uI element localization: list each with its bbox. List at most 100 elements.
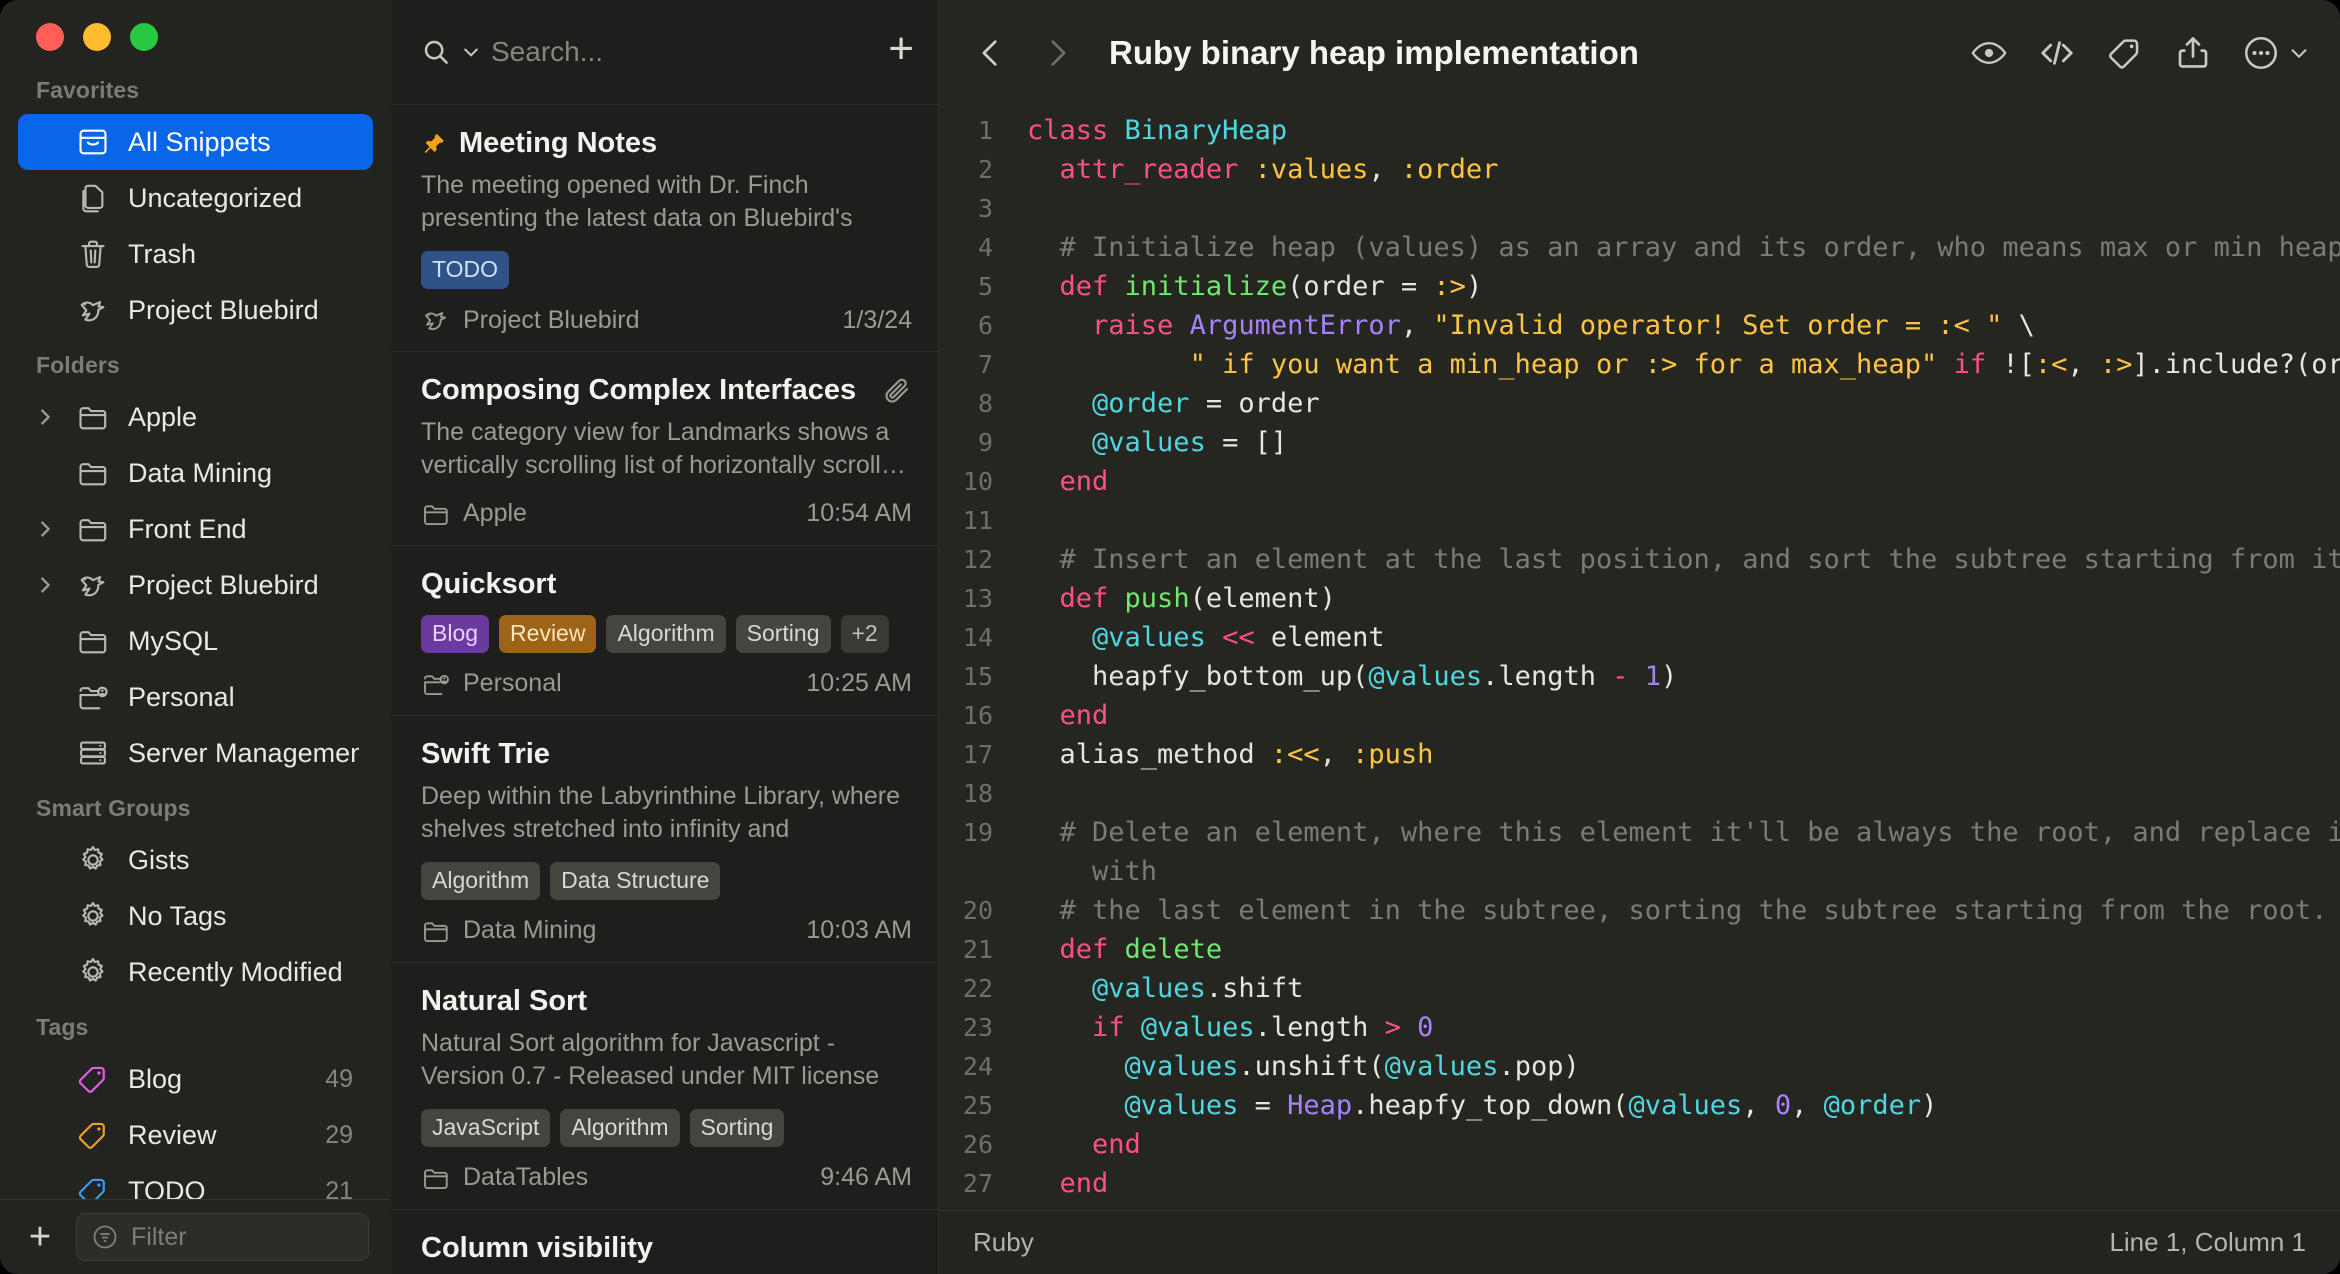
sidebar-item-label: Trash <box>128 238 197 269</box>
tag-chip[interactable]: Blog <box>421 614 490 653</box>
snippet-preview: Deep within the Labyrinthine Library, wh… <box>421 781 900 843</box>
code-text: end <box>1092 1129 1141 1160</box>
folder-icon <box>74 624 112 658</box>
close-window-button[interactable] <box>36 23 64 51</box>
gear-icon <box>74 955 112 989</box>
language-indicator[interactable]: Ruby <box>973 1227 1034 1258</box>
tag-chip[interactable]: Algorithm <box>421 861 541 900</box>
tag-icon <box>74 1174 112 1200</box>
filter-placeholder: Filter <box>131 1222 187 1251</box>
search-icon <box>421 37 451 67</box>
snippet-list[interactable]: Meeting Notes The meeting opened with Dr.… <box>391 105 938 1274</box>
archive-box-icon <box>74 125 112 159</box>
code-line: 20 # the last element in the subtree, so… <box>939 891 2340 930</box>
more-options-icon[interactable] <box>2242 34 2310 72</box>
chevron-right-icon[interactable] <box>32 518 58 540</box>
sidebar-item-project-bluebird[interactable]: Project Bluebird <box>18 282 373 338</box>
line-number: 10 <box>962 467 993 496</box>
snippet-folder: DataTables <box>463 1163 589 1191</box>
sidebar-item-todo[interactable]: TODO 21 <box>18 1163 373 1200</box>
sidebar-item-label: Gists <box>128 844 190 875</box>
code-line: 11 <box>939 501 2340 540</box>
search-placeholder: Search... <box>491 36 604 67</box>
folder-icon <box>421 1163 451 1193</box>
tag-chip[interactable]: Algorithm <box>560 1108 680 1147</box>
snippet-folder: Data Mining <box>463 916 597 944</box>
back-button[interactable] <box>963 25 1019 81</box>
tag-chip[interactable]: JavaScript <box>421 1108 551 1147</box>
code-text: if @values.length > 0 <box>1092 1012 1434 1043</box>
list-item[interactable]: Composing Complex Interfaces The category… <box>391 352 938 546</box>
snippet-folder: Apple <box>463 499 527 527</box>
search-scope-chevron-down-icon[interactable] <box>461 42 481 62</box>
snippet-title-row: Quicksort <box>421 568 912 601</box>
share-icon[interactable] <box>2174 34 2212 72</box>
sidebar-item-recently-modified[interactable]: Recently Modified <box>18 944 373 1000</box>
sidebar-item-apple[interactable]: Apple <box>18 389 373 445</box>
code-line: 21 def delete <box>939 930 2340 969</box>
new-snippet-button[interactable]: + <box>888 27 914 77</box>
code-line: 17 alias_method :<<, :push <box>939 735 2340 774</box>
list-item[interactable]: Meeting Notes The meeting opened with Dr.… <box>391 105 938 352</box>
tag-icon <box>74 1118 112 1152</box>
filter-input[interactable]: Filter <box>76 1213 369 1262</box>
snippet-title: Column visibility <box>421 1231 654 1264</box>
sidebar-item-trash[interactable]: Trash <box>18 226 373 282</box>
code-editor[interactable]: 1 class BinaryHeap 2 attr_reader :values, … <box>939 105 2340 1210</box>
code-text: def delete <box>1059 934 1223 965</box>
sidebar-item-all-snippets[interactable]: All Snippets <box>18 114 373 171</box>
code-text: attr_reader :values, :order <box>1059 154 1499 185</box>
sidebar-item-label: Uncategorized <box>128 182 303 213</box>
sidebar-item-project-bluebird[interactable]: Project Bluebird <box>18 557 373 613</box>
add-item-button[interactable]: + <box>18 1215 62 1259</box>
tag-chip[interactable]: TODO <box>421 251 510 289</box>
snippet-title: Composing Complex Interfaces <box>421 374 857 406</box>
list-item[interactable]: Column visibilityDataTables1/2/24 <box>391 1210 938 1274</box>
minimize-window-button[interactable] <box>83 23 111 51</box>
snippet-tags: JavaScript Algorithm Sorting <box>421 1108 912 1147</box>
sidebar-item-data-mining[interactable]: Data Mining <box>18 445 373 501</box>
code-brackets-icon[interactable] <box>2038 34 2076 72</box>
snippet-title: Meeting Notes <box>459 127 658 159</box>
sidebar-item-gists[interactable]: Gists <box>18 832 373 888</box>
tag-chip[interactable]: Review <box>499 614 597 653</box>
sidebar-item-label: Blog <box>128 1063 183 1094</box>
list-item[interactable]: Quicksort Blog Review Algorithm Sorting +2 Per… <box>391 546 938 716</box>
list-item[interactable]: Natural Sort Natural Sort algorithm for J… <box>391 963 938 1210</box>
sidebar-item-front-end[interactable]: Front End <box>18 501 373 557</box>
chevron-right-icon[interactable] <box>32 574 58 596</box>
sidebar-item-server-management[interactable]: Server Management <box>18 725 373 781</box>
preview-eye-icon[interactable] <box>1970 34 2008 72</box>
search-field[interactable]: Search... <box>421 36 876 68</box>
sidebar-item-no-tags[interactable]: No Tags <box>18 888 373 944</box>
sidebar-item-personal[interactable]: Personal <box>18 669 373 725</box>
zoom-window-button[interactable] <box>130 23 158 51</box>
trash-icon <box>74 237 112 271</box>
line-number: 5 <box>977 272 993 301</box>
sidebar-item-blog[interactable]: Blog 49 <box>18 1051 373 1107</box>
tag-icon[interactable] <box>2106 34 2144 72</box>
tag-chip[interactable]: Sorting <box>689 1108 785 1147</box>
sidebar-scroll-area[interactable]: Favorites All Snippets Uncategorized Trash P… <box>0 63 391 1200</box>
tag-chip[interactable]: +2 <box>840 614 889 653</box>
tag-chip[interactable]: Sorting <box>735 614 831 653</box>
chevron-right-icon[interactable] <box>32 406 58 428</box>
snippet-tags: TODO <box>421 251 912 289</box>
code-text: heapfy_bottom_up(@values.length - 1) <box>1027 661 1678 692</box>
tag-chip[interactable]: Algorithm <box>606 614 726 653</box>
sidebar-item-review[interactable]: Review 29 <box>18 1107 373 1163</box>
gear-icon <box>74 843 112 877</box>
line-number: 19 <box>962 818 993 847</box>
sidebar-item-uncategorized[interactable]: Uncategorized <box>18 170 373 226</box>
editor-toolbar <box>1970 34 2310 72</box>
line-number: 7 <box>977 350 993 379</box>
sidebar-item-count: 21 <box>325 1176 353 1200</box>
sidebar-item-mysql[interactable]: MySQL <box>18 613 373 669</box>
code-text: # the last element in the subtree, sorti… <box>1027 895 2328 926</box>
sidebar-section-title: Folders <box>36 352 120 379</box>
bird-icon <box>421 305 451 335</box>
forward-button[interactable] <box>1029 25 1085 81</box>
tag-chip[interactable]: Data Structure <box>550 861 721 900</box>
list-item[interactable]: Swift Trie Deep within the Labyrinthine L… <box>391 716 938 963</box>
